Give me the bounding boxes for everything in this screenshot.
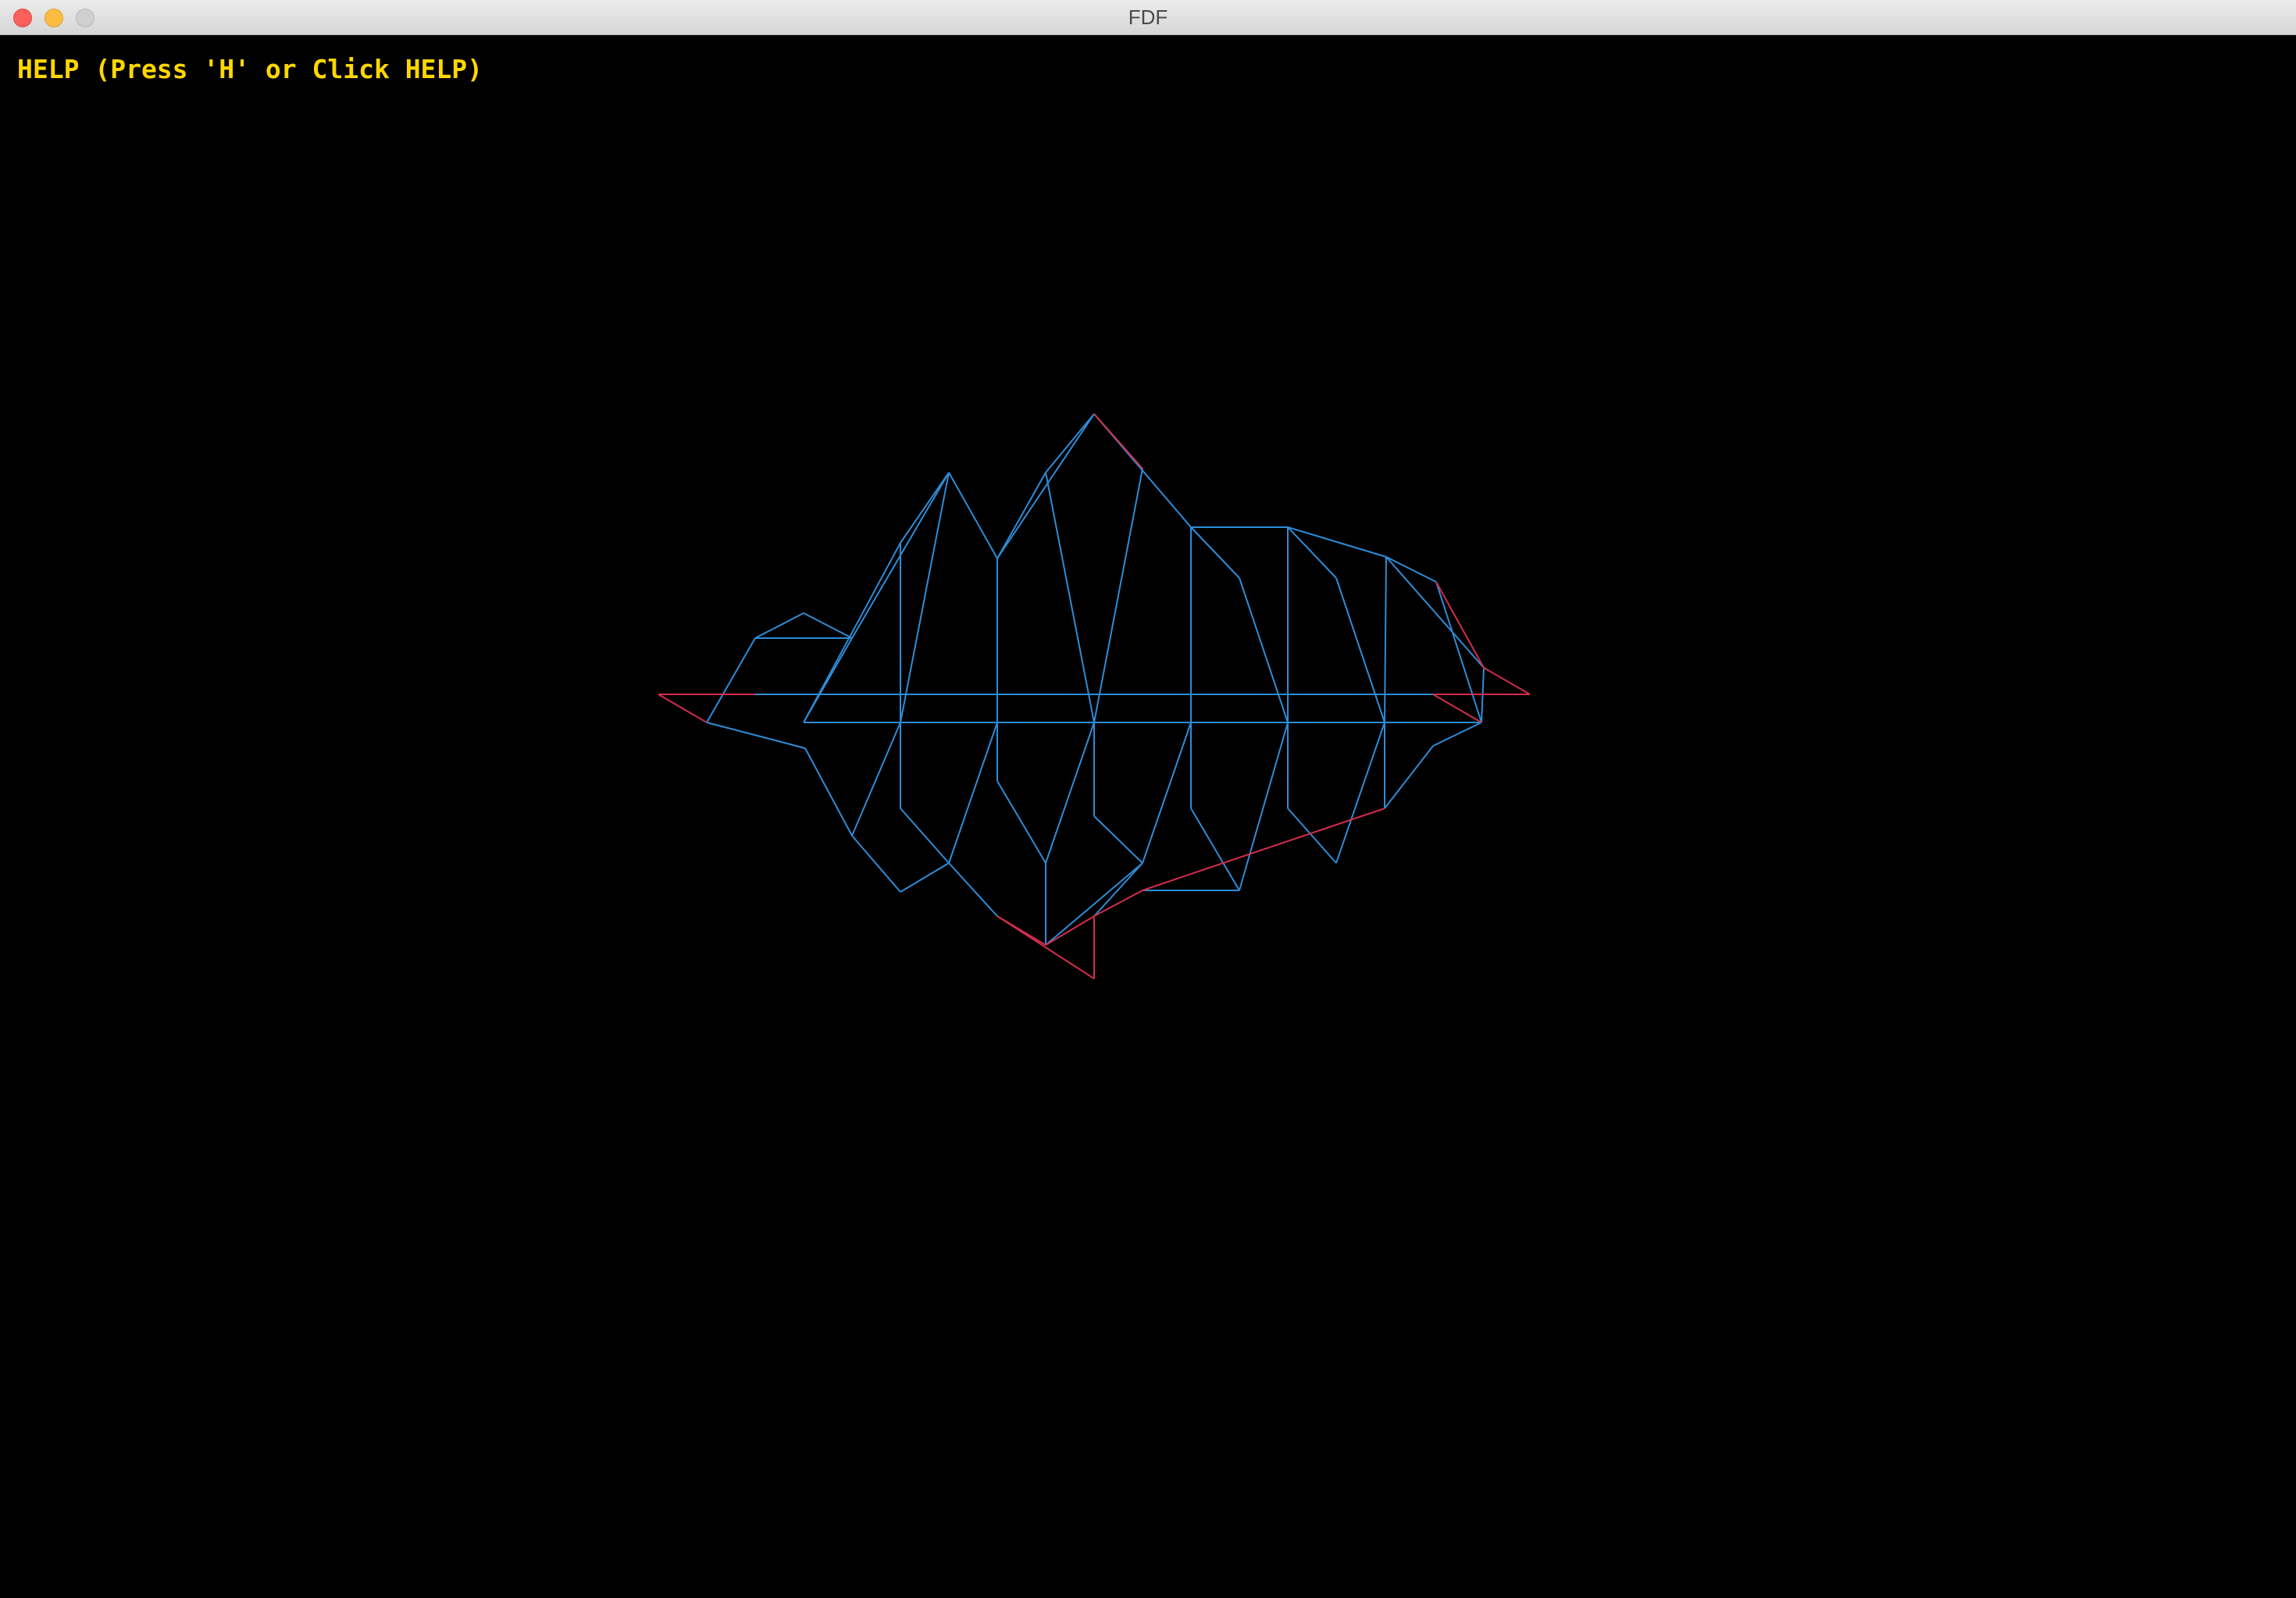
- wire-edge-high: [1385, 556, 1485, 669]
- wire-edge-high: [803, 612, 853, 639]
- wire-edge-high: [851, 835, 901, 893]
- wire-edge-high: [900, 862, 950, 893]
- wire-edge-low: [1093, 890, 1143, 917]
- wire-edge-high: [1335, 577, 1385, 723]
- window-title: FDF: [1128, 5, 1168, 29]
- wire-edge-high: [706, 637, 756, 723]
- wire-edge-high: [804, 747, 853, 836]
- wire-edge-high: [1239, 722, 1289, 891]
- wire-edge-high: [1093, 862, 1143, 917]
- wire-edge-high: [1142, 722, 1192, 864]
- wire-edge-high: [706, 722, 806, 749]
- wire-edge-high: [948, 862, 998, 917]
- wire-edge-high: [1190, 526, 1240, 579]
- wire-edge-high: [996, 472, 1046, 559]
- wire-edge-low: [1142, 808, 1385, 891]
- wire-edge-high: [1093, 815, 1143, 864]
- wire-edge-high: [1384, 745, 1434, 809]
- wire-edge-high: [1239, 577, 1289, 723]
- wire-edge-high: [851, 722, 901, 836]
- wire-edge-high: [1045, 472, 1095, 723]
- wire-edge-high: [803, 542, 901, 723]
- fdf-window: FDF HELP (Press 'H' or Click HELP): [0, 0, 2296, 1598]
- wire-edge-high: [996, 413, 1095, 559]
- wire-edge-high: [1335, 722, 1385, 864]
- wire-edge-high: [754, 612, 804, 639]
- wire-edge-high: [1190, 808, 1240, 891]
- title-bar[interactable]: FDF: [0, 0, 2296, 35]
- wire-edge-high: [1432, 722, 1482, 747]
- wire-edge-high: [1093, 468, 1143, 723]
- wire-edge-high: [900, 808, 950, 864]
- wire-edge-high: [900, 472, 950, 723]
- wire-edge-high: [948, 722, 998, 864]
- wire-edge-high: [948, 472, 998, 559]
- render-canvas[interactable]: HELP (Press 'H' or Click HELP): [0, 35, 2296, 1598]
- wire-edge-low: [1093, 413, 1143, 469]
- wire-edge-low: [1483, 667, 1531, 695]
- wire-edge-high: [1384, 556, 1387, 723]
- wire-edge-low: [996, 915, 1046, 946]
- wire-edge-low: [658, 694, 708, 723]
- wire-edge-high: [996, 780, 1046, 864]
- wire-edge-high: [1045, 413, 1095, 473]
- wire-edge-high: [1385, 556, 1437, 583]
- wireframe-map: [658, 413, 1531, 979]
- wire-edge-low: [1045, 915, 1095, 946]
- wire-edge-high: [1287, 808, 1337, 864]
- wire-edge-high: [1045, 722, 1095, 864]
- help-button[interactable]: HELP (Press 'H' or Click HELP): [17, 54, 483, 84]
